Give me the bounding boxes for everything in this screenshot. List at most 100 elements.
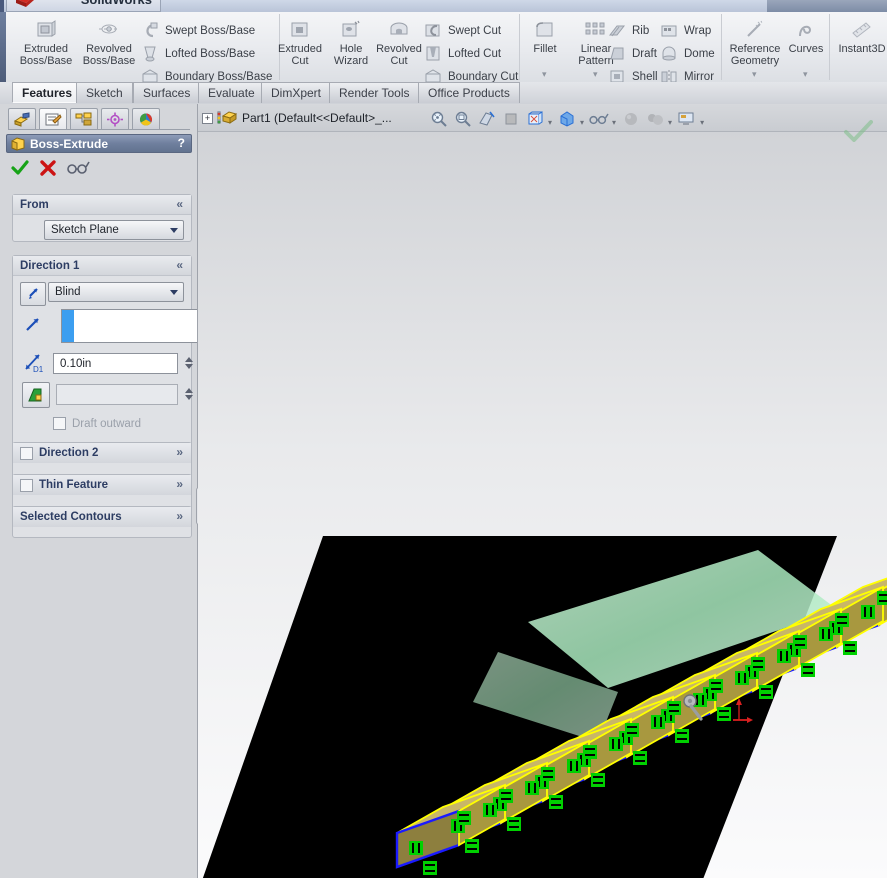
apply-scene-dropdown-arrow[interactable]: ▾ bbox=[668, 118, 672, 127]
thin-feature-section[interactable]: Thin Feature » bbox=[12, 474, 192, 495]
thin-feature-checkbox[interactable] bbox=[20, 478, 33, 492]
draft-outward-checkbox[interactable] bbox=[53, 417, 66, 430]
relation-marker-vertical bbox=[609, 737, 623, 751]
selected-contours-header[interactable]: Selected Contours » bbox=[13, 507, 191, 527]
zoom-to-area-icon bbox=[455, 111, 471, 127]
hide-show-dropdown-arrow[interactable]: ▾ bbox=[580, 118, 584, 127]
tab-evaluate[interactable]: Evaluate bbox=[198, 82, 265, 103]
display-style-dropdown-arrow[interactable]: ▾ bbox=[548, 118, 552, 127]
revolved-cut-label-2: Cut bbox=[390, 55, 408, 67]
direction2-checkbox[interactable] bbox=[20, 446, 33, 460]
expand-tree-icon[interactable]: + bbox=[202, 112, 213, 124]
section-view-button[interactable] bbox=[476, 108, 498, 130]
reference-geometry-dropdown-arrow[interactable]: ▾ bbox=[752, 70, 757, 79]
sidebar-item-dimxpert-manager[interactable] bbox=[101, 108, 129, 130]
sidebar-item-feature-tree[interactable] bbox=[8, 108, 36, 130]
zoom-to-fit-button[interactable] bbox=[428, 108, 450, 130]
reference-geometry-button[interactable]: Reference Geometry ▾ bbox=[724, 18, 786, 79]
instant3d-button[interactable]: Instant3D bbox=[832, 18, 887, 55]
direction2-section[interactable]: Direction 2 » bbox=[12, 442, 192, 463]
extruded-cut-button[interactable]: Extruded Cut bbox=[271, 18, 329, 67]
lofted-boss-base-button[interactable]: Lofted Boss/Base bbox=[141, 43, 255, 65]
boundary-cut-button[interactable]: Boundary Cut bbox=[424, 66, 518, 82]
relation-marker-vertical bbox=[525, 781, 539, 795]
view-orientation-button[interactable] bbox=[500, 108, 522, 130]
draft-angle-input[interactable] bbox=[56, 384, 178, 405]
sidebar-item-property-manager[interactable] bbox=[39, 108, 67, 130]
tab-sketch[interactable]: Sketch bbox=[76, 82, 133, 103]
view-settings-button[interactable] bbox=[588, 108, 610, 130]
swept-cut-button[interactable]: Swept Cut bbox=[424, 20, 501, 42]
from-start-condition-select[interactable]: Sketch Plane bbox=[44, 220, 184, 240]
tab-dimxpert[interactable]: DimXpert bbox=[261, 82, 332, 103]
apply-scene-button[interactable] bbox=[644, 108, 666, 130]
3d-viewport[interactable]: X Y Z bbox=[198, 132, 887, 878]
draft-angle-stepper[interactable] bbox=[182, 384, 195, 404]
revolved-cut-label-1: Revolved bbox=[376, 43, 422, 55]
draft-outward-row[interactable]: Draft outward bbox=[53, 417, 141, 430]
view-settings-dropdown-arrow[interactable]: ▾ bbox=[612, 118, 616, 127]
from-header[interactable]: From « bbox=[13, 195, 191, 215]
mirror-button[interactable]: Mirror bbox=[660, 66, 714, 82]
cancel-button[interactable] bbox=[38, 158, 58, 181]
fillet-dropdown-arrow[interactable]: ▾ bbox=[542, 70, 547, 79]
linear-pattern-dropdown-arrow[interactable]: ▾ bbox=[593, 70, 598, 79]
graphics-area[interactable]: + Part1 (Default<<Default>_... ▾ ▾ ▾ ▾ ▾ bbox=[198, 104, 887, 878]
window-controls-area[interactable] bbox=[767, 0, 887, 12]
fillet-button[interactable]: Fillet ▾ bbox=[522, 18, 568, 79]
view-setting-screen-button[interactable] bbox=[676, 108, 698, 130]
direction1-header[interactable]: Direction 1 « bbox=[13, 256, 191, 276]
selected-contours-expand-chevron[interactable]: » bbox=[176, 510, 183, 522]
direction2-header[interactable]: Direction 2 » bbox=[13, 443, 191, 463]
direction-vector-field[interactable] bbox=[61, 309, 197, 343]
revolved-boss-base-button[interactable]: Revolved Boss/Base bbox=[80, 18, 138, 67]
thin-feature-header-label: Thin Feature bbox=[39, 479, 109, 491]
thin-feature-expand-chevron[interactable]: » bbox=[176, 478, 183, 490]
lofted-cut-button[interactable]: Lofted Cut bbox=[424, 43, 501, 65]
swept-boss-base-button[interactable]: Swept Boss/Base bbox=[141, 20, 255, 42]
display-style-button[interactable] bbox=[524, 108, 546, 130]
instant3d-icon bbox=[852, 22, 871, 38]
ribbon-group-reference: Reference Geometry ▾ Curves ▾ bbox=[722, 14, 830, 80]
draft-button[interactable]: Draft bbox=[608, 43, 657, 65]
view-setting-dropdown-arrow[interactable]: ▾ bbox=[700, 118, 704, 127]
rib-button[interactable]: Rib bbox=[608, 20, 649, 42]
draft-angle-button[interactable] bbox=[22, 382, 50, 408]
shell-button[interactable]: Shell bbox=[608, 66, 658, 82]
selected-contours-section[interactable]: Selected Contours » bbox=[12, 506, 192, 527]
tab-surfaces[interactable]: Surfaces bbox=[133, 82, 201, 103]
appearance-button[interactable] bbox=[620, 108, 642, 130]
dome-button[interactable]: Dome bbox=[660, 43, 715, 65]
direction2-expand-chevron[interactable]: » bbox=[176, 446, 183, 458]
direction1-collapse-chevron[interactable]: « bbox=[176, 259, 183, 271]
preview-button[interactable] bbox=[66, 158, 90, 181]
boss-extrude-icon bbox=[11, 136, 25, 151]
sidebar-item-display-manager[interactable] bbox=[132, 108, 160, 130]
boundary-boss-base-button[interactable]: Boundary Boss/Base bbox=[141, 66, 272, 82]
reverse-direction-button[interactable] bbox=[20, 282, 46, 306]
draft-icon bbox=[610, 47, 624, 60]
from-collapse-chevron[interactable]: « bbox=[176, 198, 183, 210]
depth-stepper[interactable] bbox=[182, 353, 195, 373]
help-button[interactable]: ? bbox=[178, 136, 185, 150]
tab-render-tools[interactable]: Render Tools bbox=[329, 82, 420, 103]
confirmation-corner-check-icon[interactable] bbox=[843, 120, 873, 144]
tab-office-products[interactable]: Office Products bbox=[418, 82, 520, 103]
curves-dropdown-arrow[interactable]: ▾ bbox=[803, 70, 808, 79]
hide-show-items-button[interactable] bbox=[556, 108, 578, 130]
ok-button[interactable] bbox=[10, 158, 30, 181]
wrap-button[interactable]: Wrap bbox=[660, 20, 711, 42]
revolved-cut-button[interactable]: Revolved Cut bbox=[370, 18, 428, 67]
curves-button[interactable]: Curves ▾ bbox=[784, 18, 828, 79]
page-title: Boss-Extrude bbox=[30, 136, 109, 151]
sidebar-item-configuration-manager[interactable] bbox=[70, 108, 98, 130]
depth-input[interactable]: 0.10in bbox=[53, 353, 178, 374]
extruded-boss-base-button[interactable]: Extruded Boss/Base bbox=[17, 18, 75, 67]
direction1-end-condition-select[interactable]: Blind bbox=[48, 282, 184, 302]
draft-outward-label: Draft outward bbox=[72, 417, 142, 430]
thin-feature-header[interactable]: Thin Feature » bbox=[13, 475, 191, 495]
flyout-feature-tree-root[interactable]: + Part1 (Default<<Default>_... bbox=[202, 108, 392, 128]
zoom-to-area-button[interactable] bbox=[452, 108, 474, 130]
relation-marker-horizontal bbox=[843, 641, 857, 655]
tab-features[interactable]: Features bbox=[12, 82, 83, 103]
